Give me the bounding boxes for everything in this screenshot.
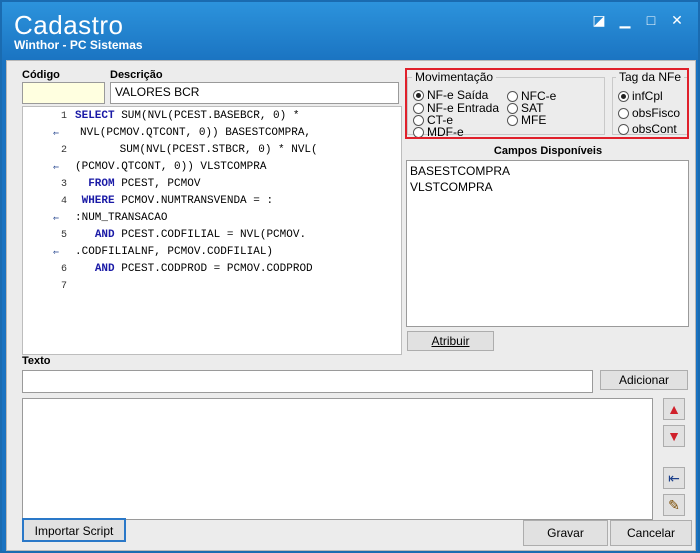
minimize-icon[interactable]: ▁ — [616, 12, 634, 28]
campos-title: Campos Disponíveis — [493, 145, 603, 157]
codigo-field[interactable] — [22, 82, 105, 104]
texto-list[interactable] — [22, 398, 653, 520]
importar-script-button[interactable]: Importar Script — [22, 518, 126, 542]
title-bar: Cadastro Winthor - PC Sistemas ◪ ▁ □ ✕ — [2, 2, 698, 60]
code-line: FROM PCEST, PCMOV — [88, 178, 201, 190]
wrap-icon: ⇐ — [53, 248, 60, 259]
texto-label: Texto — [22, 355, 51, 367]
wrap-icon: ⇐ — [53, 163, 60, 174]
code-line: AND PCEST.CODPROD = PCMOV.CODPROD — [94, 263, 313, 275]
code-line: :NUM_TRANSACAO — [75, 212, 168, 224]
line-number: 4 — [60, 196, 67, 207]
line-number: 5 — [60, 230, 67, 241]
maximize-icon[interactable]: □ — [642, 12, 660, 28]
form-area: Código Descrição VALORES BCR 1 ⇐ 2 ⇐ 3 4… — [6, 60, 696, 551]
campo-item[interactable]: VLSTCOMPRA — [410, 179, 685, 195]
code-line: NVL(PCMOV.QTCONT, 0)) BASESTCOMPRA, — [80, 127, 312, 139]
clear-icon[interactable]: ✎ — [663, 494, 685, 516]
highlight-box — [405, 68, 689, 139]
sql-editor[interactable]: 1 ⇐ 2 ⇐ 3 4 ⇐ 5 6 7 ⇐ SELECT SUM(NVL(PCE… — [22, 106, 402, 355]
remove-item-icon[interactable]: ⇤ — [663, 467, 685, 489]
line-number: 7 — [60, 281, 67, 292]
adicionar-button[interactable]: Adicionar — [600, 370, 688, 390]
cancelar-button[interactable]: Cancelar — [610, 520, 692, 546]
code-line: .CODFILIALNF, PCMOV.CODFILIAL) — [75, 246, 274, 258]
atribuir-button[interactable]: Atribuir — [407, 331, 494, 351]
campos-list[interactable]: BASESTCOMPRA VLSTCOMPRA — [406, 160, 689, 327]
move-down-icon[interactable]: ▼ — [663, 425, 685, 447]
wrap-icon: ⇐ — [53, 129, 60, 140]
code-line: WHERE PCMOV.NUMTRANSVENDA = : — [81, 195, 274, 207]
code-line: SELECT SUM(NVL(PCEST.BASEBCR, 0) * — [75, 110, 300, 122]
move-up-icon[interactable]: ▲ — [663, 398, 685, 420]
gravar-button[interactable]: Gravar — [523, 520, 608, 546]
descricao-field[interactable]: VALORES BCR — [110, 82, 399, 104]
texto-input[interactable] — [22, 370, 593, 393]
line-number: 6 — [60, 264, 67, 275]
line-number: 3 — [60, 179, 67, 190]
line-number: 2 — [60, 145, 67, 156]
close-icon[interactable]: ✕ — [668, 12, 686, 28]
descricao-label: Descrição — [110, 69, 163, 81]
wrap-icon: ⇐ — [53, 214, 60, 225]
line-number: 1 — [60, 111, 67, 122]
cadastro-window: Cadastro Winthor - PC Sistemas ◪ ▁ □ ✕ C… — [0, 0, 700, 553]
code-line: AND PCEST.CODFILIAL = NVL(PCMOV. — [94, 229, 307, 241]
codigo-label: Código — [22, 69, 60, 81]
code-line: SUM(NVL(PCEST.STBCR, 0) * NVL( — [80, 144, 318, 156]
contrast-icon[interactable]: ◪ — [590, 12, 608, 28]
window-subtitle: Winthor - PC Sistemas — [14, 38, 143, 52]
window-title: Cadastro — [14, 10, 124, 40]
code-line: (PCMOV.QTCONT, 0)) VLSTCOMPRA — [75, 161, 267, 173]
campo-item[interactable]: BASESTCOMPRA — [410, 163, 685, 179]
